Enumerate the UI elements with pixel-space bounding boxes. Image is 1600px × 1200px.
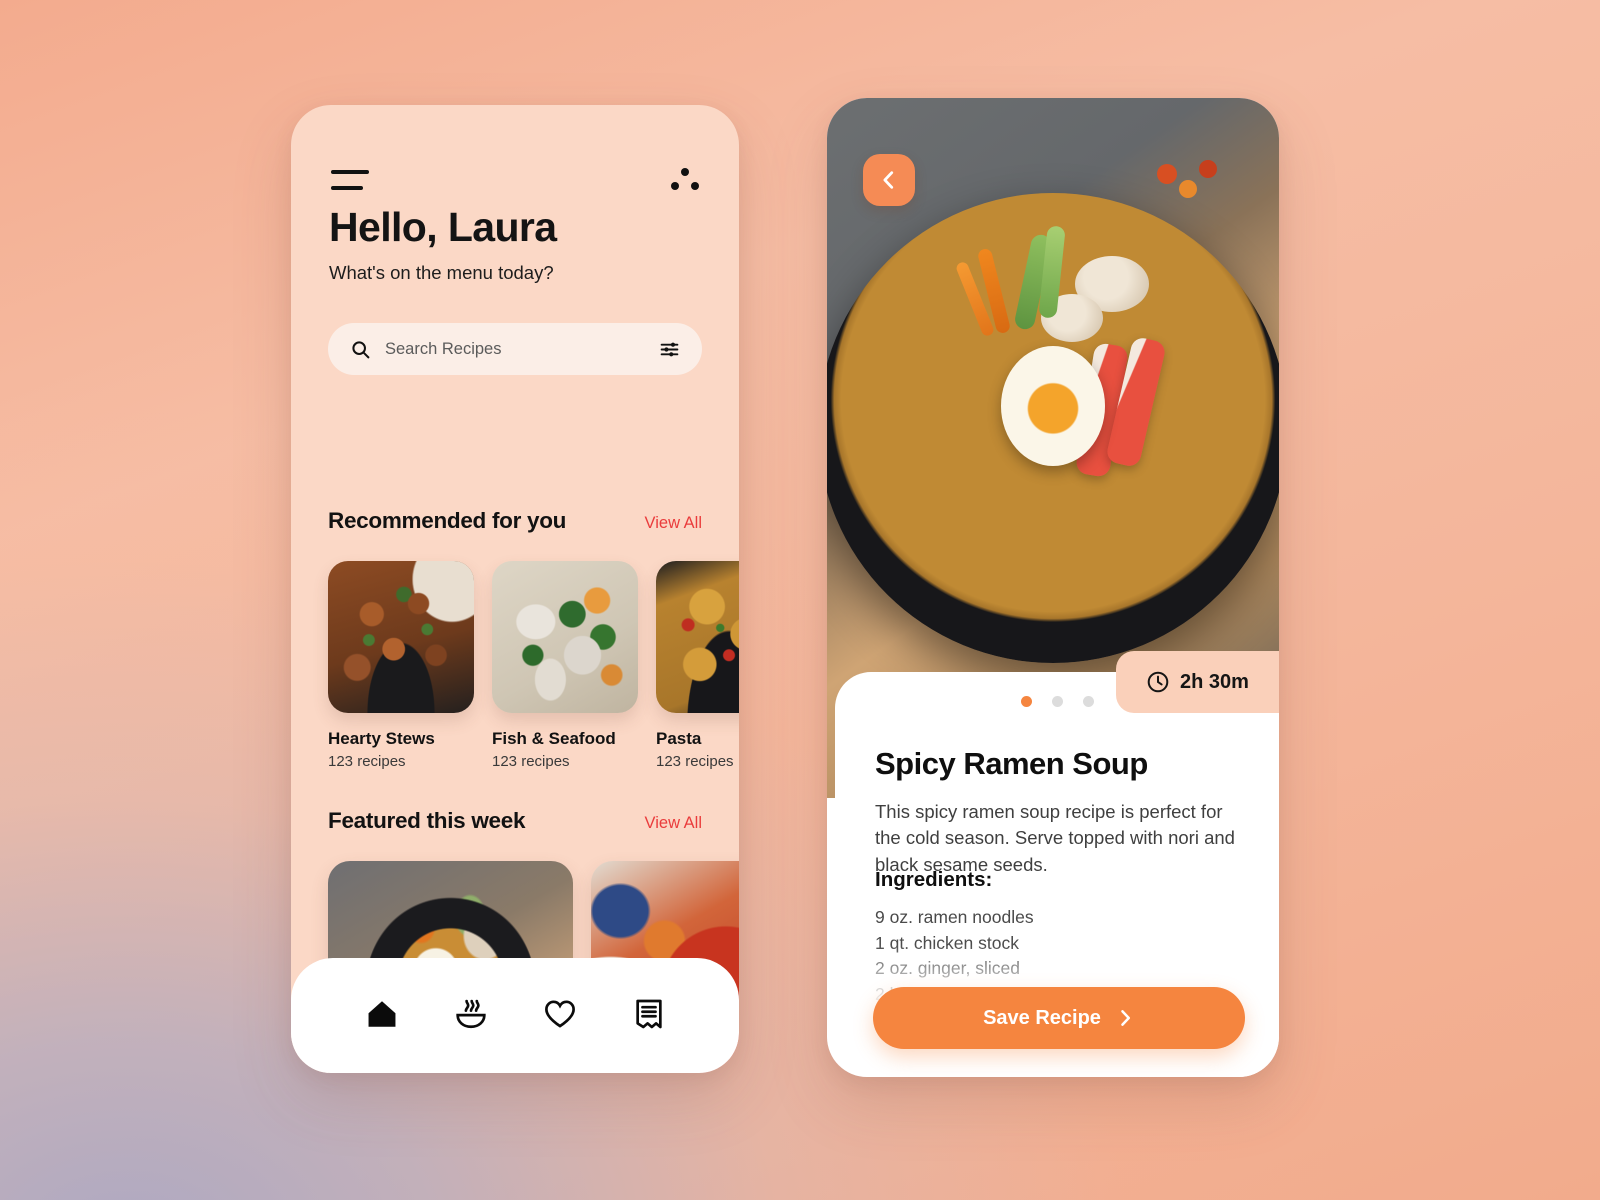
section-title: Featured this week (328, 808, 526, 833)
home-icon (368, 1001, 395, 1027)
view-all-link-recommended[interactable]: View All (645, 514, 702, 533)
category-card[interactable]: Fish & Seafood 123 recipes (492, 561, 638, 770)
ingredient-item: 2 oz. ginger, sliced (875, 958, 1020, 978)
page-subtitle: What's on the menu today? (329, 262, 554, 284)
section-header-recommended: Recommended for you View All (328, 508, 702, 534)
sliders-filter-icon[interactable] (659, 339, 680, 360)
three-dots-icon[interactable] (671, 168, 699, 192)
category-thumbnail (656, 561, 739, 713)
home-screen-phone: Hello, Laura What's on the menu today? S… (291, 105, 739, 1073)
save-recipe-button[interactable]: Save Recipe (873, 987, 1245, 1049)
category-title: Pasta (656, 729, 702, 748)
section-title: Recommended for you (328, 508, 567, 533)
cook-time-badge: 2h 30m (1116, 651, 1279, 713)
ingredient-item: 9 oz. ramen noodles (875, 907, 1034, 927)
category-title: Fish & Seafood (492, 729, 616, 748)
clock-icon (1147, 671, 1169, 693)
back-button[interactable] (863, 154, 915, 206)
category-thumbnail (328, 561, 474, 713)
view-all-link-featured[interactable]: View All (645, 814, 702, 833)
recipe-detail-sheet: Spicy Ramen Soup This spicy ramen soup r… (835, 672, 1279, 1077)
category-card[interactable]: Pasta 123 recipes (656, 561, 739, 770)
category-card[interactable]: Hearty Stews 123 recipes (328, 561, 474, 770)
category-count: 123 recipes (328, 753, 406, 770)
page-title: Hello, Laura (329, 204, 557, 250)
carousel-dot-2[interactable] (1051, 696, 1063, 707)
bookmark-icon (635, 999, 662, 1029)
recipe-title: Spicy Ramen Soup (875, 746, 1148, 781)
recipe-detail-phone: 2h 30m Spicy Ramen Soup This spicy ramen… (827, 98, 1279, 1077)
search-input[interactable]: Search Recipes (328, 323, 702, 375)
home-topbar (291, 157, 739, 203)
save-recipe-label: Save Recipe (983, 1006, 1101, 1029)
nav-item-saved[interactable] (627, 992, 671, 1036)
hamburger-icon[interactable] (331, 170, 371, 190)
chevron-left-icon (883, 171, 894, 189)
category-title: Hearty Stews (328, 729, 435, 748)
search-icon (352, 340, 370, 358)
ingredients-heading: Ingredients: (875, 868, 993, 891)
category-thumbnail (492, 561, 638, 713)
heart-icon (544, 1000, 575, 1028)
ingredient-item: 1 qt. chicken stock (875, 932, 1019, 953)
nav-item-recipes[interactable] (449, 992, 493, 1036)
carousel-dot-1[interactable] (1020, 696, 1032, 707)
bottom-navigation-bar (291, 958, 739, 1073)
carousel-dot-3[interactable] (1082, 696, 1094, 707)
greeting-block: Hello, Laura What's on the menu today? (329, 204, 709, 284)
boiled-egg-graphic (1001, 346, 1105, 466)
nav-item-home[interactable] (360, 992, 404, 1036)
recommended-carousel[interactable]: Hearty Stews 123 recipes Fish & Seafood … (328, 561, 739, 770)
nav-item-favorites[interactable] (538, 992, 582, 1036)
recipe-description: This spicy ramen soup recipe is perfect … (875, 801, 1235, 875)
chevron-right-icon (1121, 1010, 1130, 1026)
category-count: 123 recipes (492, 753, 570, 770)
section-header-featured: Featured this week View All (328, 808, 702, 834)
bowl-icon (455, 999, 486, 1029)
category-count: 123 recipes (656, 753, 734, 770)
cook-time-text: 2h 30m (1180, 670, 1249, 693)
search-placeholder: Search Recipes (385, 339, 502, 358)
